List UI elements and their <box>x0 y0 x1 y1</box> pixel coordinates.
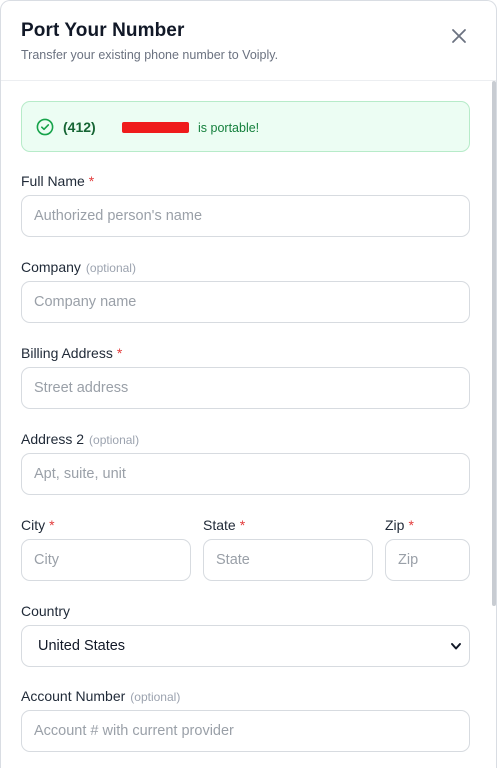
optional-marker: (optional) <box>130 690 181 704</box>
modal-title: Port Your Number <box>21 20 185 41</box>
account-number-input[interactable] <box>21 710 470 752</box>
close-icon <box>452 29 466 43</box>
port-number-modal: Port Your Number Transfer your existing … <box>0 0 497 768</box>
account-number-label: Account Number (optional) <box>21 688 181 704</box>
company-input[interactable] <box>21 281 470 323</box>
billing-address-input[interactable] <box>21 367 470 409</box>
city-label: City * <box>21 517 55 533</box>
address2-input[interactable] <box>21 453 470 495</box>
required-marker: * <box>408 517 414 533</box>
required-marker: * <box>49 517 55 533</box>
country-select[interactable]: United States <box>21 625 470 667</box>
state-label: State * <box>203 517 246 533</box>
billing-address-label: Billing Address * <box>21 345 123 361</box>
company-label: Company (optional) <box>21 259 136 275</box>
zip-label: Zip * <box>385 517 414 533</box>
portable-status-text: is portable! <box>198 121 260 135</box>
address2-label: Address 2 (optional) <box>21 431 140 447</box>
optional-marker: (optional) <box>89 433 140 447</box>
phone-area-code: (412) <box>63 119 96 135</box>
required-marker: * <box>88 173 95 189</box>
zip-input[interactable] <box>385 539 470 581</box>
portability-status-banner: (412) is portable! <box>21 101 470 152</box>
required-marker: * <box>239 517 246 533</box>
modal-subtitle: Transfer your existing phone number to V… <box>21 48 279 62</box>
chevron-down-icon <box>449 639 463 653</box>
close-button[interactable] <box>448 25 470 47</box>
country-selected-value: United States <box>38 638 126 654</box>
modal-header: Port Your Number Transfer your existing … <box>1 1 496 81</box>
scrollbar[interactable] <box>492 81 496 606</box>
check-circle-icon <box>36 118 54 136</box>
city-input[interactable] <box>21 539 191 581</box>
country-label: Country <box>21 603 71 619</box>
redacted-phone-number <box>122 122 189 133</box>
full-name-label: Full Name * <box>21 173 95 189</box>
full-name-input[interactable] <box>21 195 470 237</box>
optional-marker: (optional) <box>85 261 136 275</box>
required-marker: * <box>116 345 123 361</box>
state-input[interactable] <box>203 539 373 581</box>
